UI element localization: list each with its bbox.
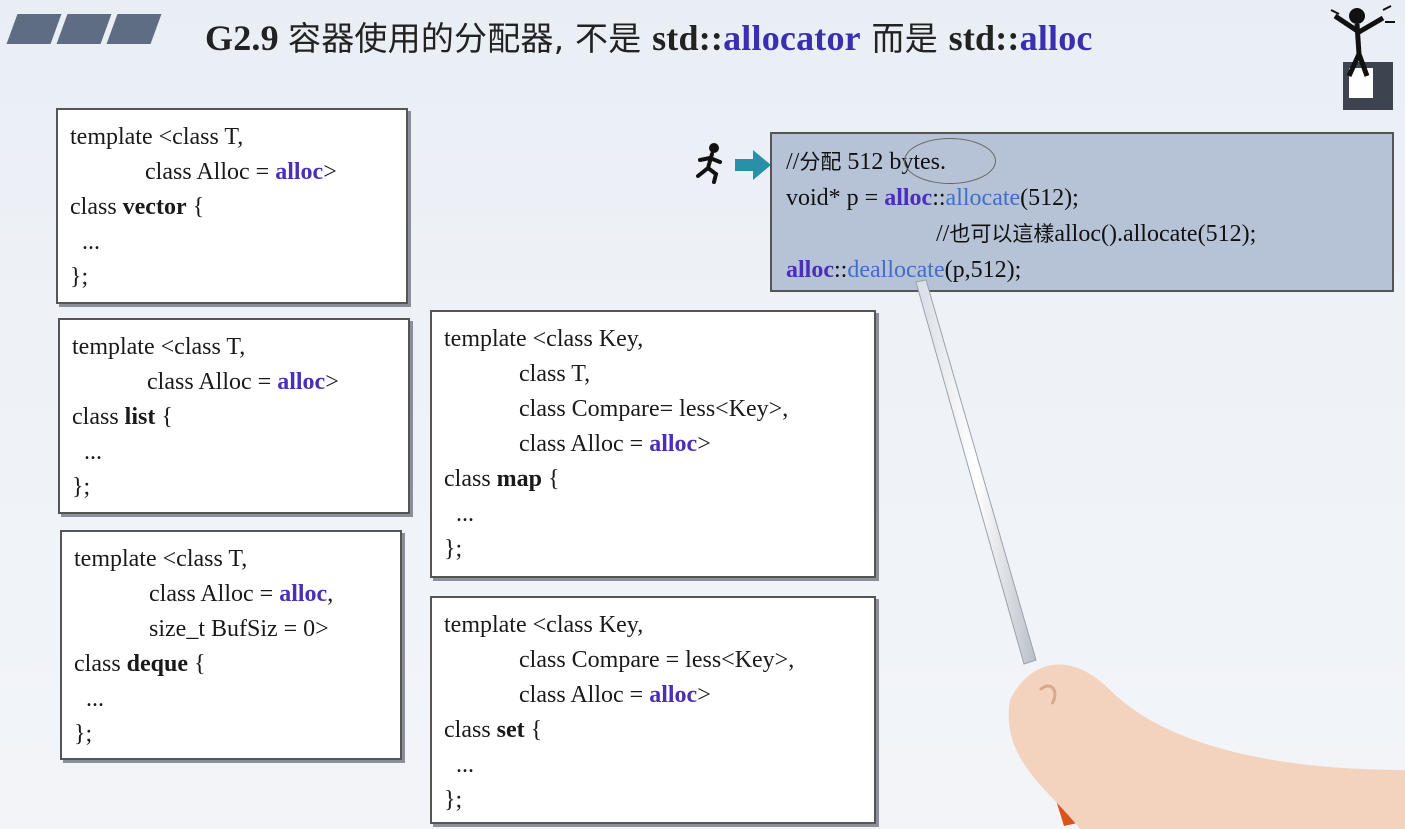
title-stripe (106, 14, 162, 44)
code-line: class Alloc = alloc> (519, 431, 711, 457)
code-line: class deque { (74, 651, 206, 677)
runner-icon (696, 143, 722, 184)
code-line: void* p = alloc::allocate(512); (786, 185, 1079, 211)
code-line: class set { (444, 717, 543, 743)
code-line: }; (70, 264, 89, 290)
map-template-box: template <class Key, class T, class Compar… (430, 310, 876, 578)
mascot-icon (1330, 5, 1395, 110)
code-line: template <class Key, (444, 326, 644, 352)
code-line: }; (72, 474, 91, 500)
list-template-box: template <class T, class Alloc = alloc> cl… (58, 318, 410, 514)
code-line: alloc::deallocate(p,512); (786, 257, 1022, 283)
code-line: ... (74, 686, 104, 712)
code-line: //也可以這樣alloc().allocate(512); (936, 221, 1257, 247)
code-line: class Alloc = alloc> (519, 682, 711, 708)
allocate-example-box: //分配 512 bytes.void* p = alloc::allocate… (770, 132, 1394, 292)
code-line: class list { (72, 404, 173, 430)
code-line: }; (444, 536, 463, 562)
code-line: ... (70, 229, 100, 255)
code-line: class Compare = less<Key>, (519, 647, 795, 673)
code-line: template <class Key, (444, 612, 644, 638)
title-bar: G2.9 容器使用的分配器, 不是 std::allocator 而是 std:… (0, 0, 1405, 110)
code-line: class T, (519, 361, 591, 387)
page-title: G2.9 容器使用的分配器, 不是 std::allocator 而是 std:… (205, 18, 1093, 58)
code-line: class Alloc = alloc> (147, 369, 339, 395)
code-line: class vector { (70, 194, 205, 220)
code-line: template <class T, (70, 124, 244, 150)
deque-template-box: template <class T, class Alloc = alloc, si… (60, 530, 402, 760)
code-line: //分配 512 bytes. (786, 149, 947, 175)
code-line: class map { (444, 466, 560, 492)
vector-template-box: template <class T, class Alloc = alloc> cl… (56, 108, 408, 304)
title-stripe (56, 14, 112, 44)
hand-shape (1008, 664, 1405, 829)
arrow-right-icon (735, 150, 771, 180)
code-line: ... (72, 439, 102, 465)
code-line: class Alloc = alloc> (145, 159, 337, 185)
code-line: ... (444, 501, 474, 527)
code-line: size_t BufSiz = 0> (149, 616, 329, 642)
code-line: template <class T, (74, 546, 248, 572)
code-line: class Alloc = alloc, (149, 581, 334, 607)
code-line: class Compare= less<Key>, (519, 396, 789, 422)
code-line: ... (444, 752, 474, 778)
code-line: }; (444, 787, 463, 813)
set-template-box: template <class Key, class Compare = less… (430, 596, 876, 824)
code-line: }; (74, 721, 93, 747)
code-line: template <class T, (72, 334, 246, 360)
title-stripe (6, 14, 62, 44)
highlight-circle (904, 138, 996, 184)
